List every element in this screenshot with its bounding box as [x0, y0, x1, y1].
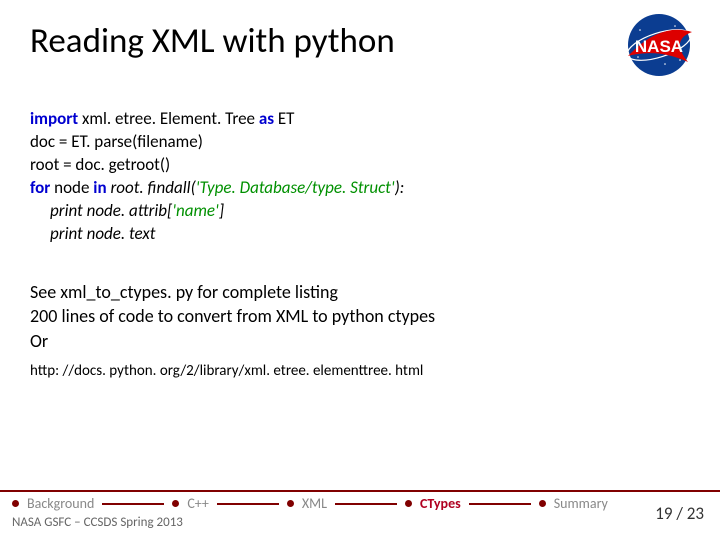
bullet-icon [172, 500, 179, 507]
logo-text: NASA [635, 37, 683, 56]
breadcrumb: Background C++ XML CTypes Summary [12, 495, 608, 512]
note-line-2: 200 lines of code to convert from XML to… [30, 304, 435, 328]
code-block: import xml. etree. Element. Tree as ET d… [30, 108, 404, 246]
code-line-2: doc = ET. parse(filename) [30, 131, 404, 154]
nav-xml: XML [302, 495, 327, 512]
note-block: See xml_to_ctypes. py for complete listi… [30, 280, 435, 353]
line-icon [102, 503, 164, 505]
note-line-1: See xml_to_ctypes. py for complete listi… [30, 280, 435, 304]
bullet-icon [405, 500, 412, 507]
bullet-icon [539, 500, 546, 507]
footer-subtitle: NASA GSFC – CCSDS Spring 2013 [12, 515, 183, 530]
bullet-icon [287, 500, 294, 507]
code-line-3: root = doc. getroot() [30, 154, 404, 177]
nav-summary: Summary [554, 495, 608, 512]
line-icon [217, 503, 279, 505]
nav-cpp: C++ [187, 495, 209, 512]
line-icon [469, 503, 531, 505]
slide-title: Reading XML with python [30, 20, 395, 62]
nasa-logo: NASA [620, 12, 698, 78]
code-line-5: print node. attrib['name'] [50, 200, 404, 223]
nav-ctypes: CTypes [420, 495, 461, 512]
line-icon [335, 503, 397, 505]
page-number: 19 / 23 [655, 503, 704, 524]
code-line-6: print node. text [50, 223, 404, 246]
code-line-4: for node in root. findall('Type. Databas… [30, 177, 404, 200]
nav-background: Background [27, 495, 94, 512]
bullet-icon [12, 500, 19, 507]
reference-url: http: //docs. python. org/2/library/xml.… [30, 362, 423, 380]
code-line-1: import xml. etree. Element. Tree as ET [30, 108, 404, 131]
note-line-3: Or [30, 329, 435, 353]
